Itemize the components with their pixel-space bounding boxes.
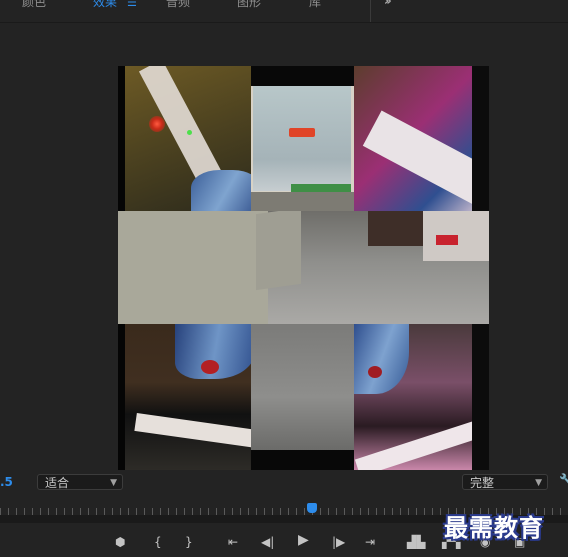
rose-shape <box>201 360 219 374</box>
green-light-shape <box>187 130 192 135</box>
floor-shape <box>251 192 354 211</box>
puzzle-tile-4 <box>118 211 489 324</box>
puzzle-tile-3 <box>354 66 489 211</box>
puzzle-tile-5 <box>125 324 251 470</box>
black-bar <box>251 450 354 470</box>
projector-screen <box>253 86 351 191</box>
rose-shape <box>368 366 382 378</box>
tab-effects[interactable]: 效果 ☰ <box>93 0 137 10</box>
tab-libraries[interactable]: 库 <box>309 0 321 10</box>
puzzle-tile-2 <box>251 66 354 211</box>
zoom-level-select[interactable]: 适合 ▼ <box>37 474 123 490</box>
tab-graphics[interactable]: 图形 <box>237 0 261 10</box>
playback-resolution-select[interactable]: 完整 ▼ <box>462 474 548 490</box>
puzzle-tile-1 <box>125 66 251 211</box>
green-strip <box>291 184 351 192</box>
ribbon-shape <box>134 413 251 449</box>
door-shape <box>368 211 423 246</box>
playhead-marker[interactable] <box>307 503 317 513</box>
red-light-shape <box>149 116 165 132</box>
wrench-icon[interactable]: 🔧 <box>559 473 568 487</box>
go-to-out-icon[interactable]: ⇥ <box>365 535 375 549</box>
play-icon[interactable]: ▶ <box>298 533 309 547</box>
logo-shape <box>289 128 315 137</box>
ribbon-shape <box>362 110 489 211</box>
zoom-level-value: 适合 <box>45 476 70 490</box>
chevron-down-icon: ▼ <box>110 478 117 488</box>
box-lid-shape <box>256 211 301 291</box>
tab-divider <box>370 0 371 22</box>
watermark-logo: 最需教育 <box>444 513 544 542</box>
puzzle-tile-6 <box>251 324 354 470</box>
go-to-in-icon[interactable]: ⇤ <box>228 535 238 549</box>
black-bar <box>472 324 489 470</box>
playhead-timecode[interactable]: .5 <box>0 475 13 489</box>
puzzle-tile-7 <box>354 324 489 470</box>
box-shape <box>118 211 268 324</box>
red-object-shape <box>436 235 458 245</box>
black-bar <box>251 66 354 86</box>
playback-resolution-value: 完整 <box>470 476 495 490</box>
marker-icon[interactable]: ⬢ <box>115 535 125 549</box>
hamburger-menu-icon[interactable]: ☰ <box>127 0 137 9</box>
blue-fabric-shape <box>191 170 251 211</box>
tab-audio[interactable]: 音频 <box>166 0 190 10</box>
video-frame[interactable] <box>118 66 489 470</box>
double-chevron-right-icon[interactable]: ›› <box>384 0 392 9</box>
mark-out-icon[interactable]: } <box>185 535 193 549</box>
step-forward-icon[interactable]: |▶ <box>332 535 345 549</box>
ribbon-shape <box>354 413 489 470</box>
tab-color[interactable]: 颜色 <box>22 0 46 10</box>
mark-in-icon[interactable]: { <box>154 535 162 549</box>
tab-effects-label: 效果 <box>93 0 118 9</box>
step-back-icon[interactable]: ◀| <box>261 535 274 549</box>
monitor-controls-bar: .5 适合 ▼ 完整 ▼ 🔧 <box>0 470 568 496</box>
blue-fabric-shape <box>354 324 409 394</box>
black-bar <box>472 66 489 211</box>
panel-tab-bar: 颜色 效果 ☰ 音频 图形 库 ›› <box>0 0 568 23</box>
lift-icon[interactable]: ▟▙ <box>407 535 425 549</box>
chevron-down-icon: ▼ <box>535 478 542 488</box>
program-monitor <box>0 23 568 470</box>
